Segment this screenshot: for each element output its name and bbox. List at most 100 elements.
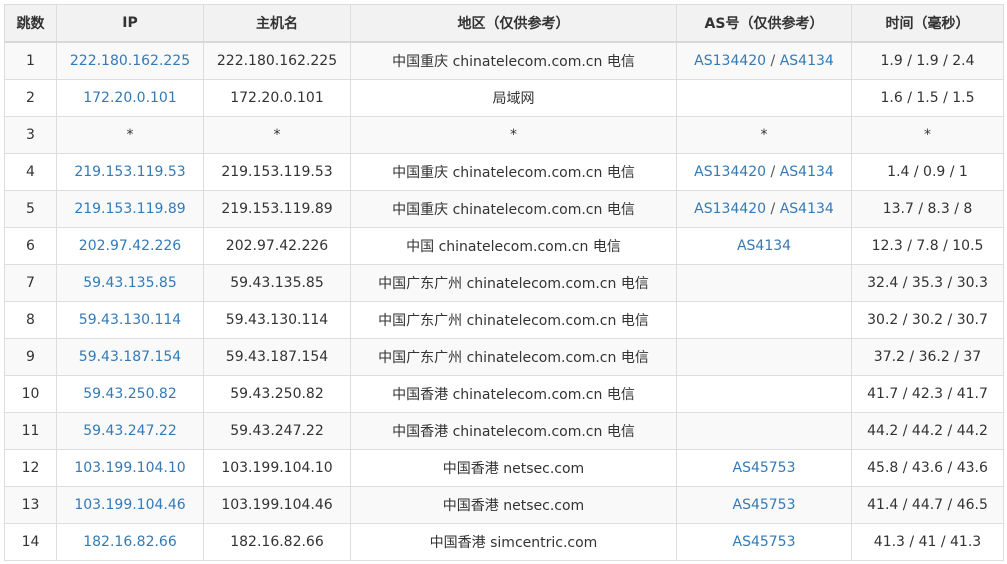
hop-cell: 14 — [4, 523, 57, 561]
hostname-cell: 59.43.247.22 — [203, 412, 351, 450]
ip-cell-link[interactable]: 172.20.0.101 — [83, 90, 177, 106]
table-row: 7 59.43.135.85 59.43.135.85 中国广东广州 chinatel… — [4, 264, 1004, 302]
as-link[interactable]: AS134420 — [694, 201, 766, 217]
hop-cell: 5 — [4, 190, 57, 228]
as-separator: / — [766, 164, 780, 180]
time-cell: 1.6 / 1.5 / 1.5 — [851, 79, 1004, 117]
as-link[interactable]: AS4134 — [780, 201, 834, 217]
ip-cell-link[interactable]: 182.16.82.66 — [83, 534, 177, 550]
traceroute-panel: 跳数 IP 主机名 地区（仅供参考） AS号（仅供参考） 时间（毫秒） 1 222… — [4, 4, 1004, 561]
table-header-row: 跳数 IP 主机名 地区（仅供参考） AS号（仅供参考） 时间（毫秒） — [4, 4, 1004, 43]
ip-cell-link[interactable]: 219.153.119.53 — [74, 164, 185, 180]
as-link[interactable]: AS45753 — [733, 497, 796, 513]
column-header-ip: IP — [56, 4, 204, 43]
as-link[interactable]: AS134420 — [694, 164, 766, 180]
table-row: 11 59.43.247.22 59.43.247.22 中国香港 chinatele… — [4, 412, 1004, 450]
ip-cell-link[interactable]: 222.180.162.225 — [70, 53, 190, 69]
time-cell: 13.7 / 8.3 / 8 — [851, 190, 1004, 228]
hostname-cell: 219.153.119.89 — [203, 190, 351, 228]
hop-cell: 11 — [4, 412, 57, 450]
hostname-cell: 59.43.130.114 — [203, 301, 351, 339]
time-cell: 32.4 / 35.3 / 30.3 — [851, 264, 1004, 302]
ip-cell: 59.43.250.82 — [56, 375, 204, 413]
region-cell: 中国广东广州 chinatelecom.com.cn 电信 — [350, 338, 677, 376]
time-cell: 30.2 / 30.2 / 30.7 — [851, 301, 1004, 339]
table-row: 10 59.43.250.82 59.43.250.82 中国香港 chinatele… — [4, 375, 1004, 413]
traceroute-table: 跳数 IP 主机名 地区（仅供参考） AS号（仅供参考） 时间（毫秒） 1 222… — [4, 4, 1004, 561]
ip-cell: 103.199.104.46 — [56, 486, 204, 524]
ip-cell-link[interactable]: 202.97.42.226 — [79, 238, 181, 254]
region-cell: 中国重庆 chinatelecom.com.cn 电信 — [350, 190, 677, 228]
as-cell: AS134420 / AS4134 — [676, 190, 852, 228]
ip-cell: 202.97.42.226 — [56, 227, 204, 265]
time-cell: * — [851, 116, 1004, 154]
as-link[interactable]: AS45753 — [733, 460, 796, 476]
hostname-cell: 172.20.0.101 — [203, 79, 351, 117]
as-cell: AS4134 — [676, 227, 852, 265]
table-row: 13 103.199.104.46 103.199.104.46 中国香港 netse… — [4, 486, 1004, 524]
table-row: 2 172.20.0.101 172.20.0.101 局域网 1.6 / 1.5 / … — [4, 79, 1004, 117]
ip-cell: 219.153.119.89 — [56, 190, 204, 228]
table-row: 14 182.16.82.66 182.16.82.66 中国香港 simcentri… — [4, 523, 1004, 561]
table-row: 6 202.97.42.226 202.97.42.226 中国 chinatelec… — [4, 227, 1004, 265]
as-link[interactable]: AS4134 — [780, 164, 834, 180]
region-cell: 中国香港 simcentric.com — [350, 523, 677, 561]
region-cell: 中国香港 chinatelecom.com.cn 电信 — [350, 412, 677, 450]
hostname-cell: * — [203, 116, 351, 154]
as-cell — [676, 301, 852, 339]
region-cell: * — [350, 116, 677, 154]
region-cell: 中国香港 netsec.com — [350, 449, 677, 487]
ip-cell: 59.43.187.154 — [56, 338, 204, 376]
as-cell: AS45753 — [676, 449, 852, 487]
hostname-cell: 59.43.187.154 — [203, 338, 351, 376]
ip-cell: 59.43.247.22 — [56, 412, 204, 450]
ip-cell-link[interactable]: 59.43.130.114 — [79, 312, 181, 328]
region-cell: 局域网 — [350, 79, 677, 117]
hop-cell: 7 — [4, 264, 57, 302]
ip-cell-link[interactable]: 103.199.104.10 — [74, 460, 185, 476]
ip-cell: 222.180.162.225 — [56, 41, 204, 80]
time-cell: 1.9 / 1.9 / 2.4 — [851, 41, 1004, 80]
as-cell — [676, 338, 852, 376]
region-cell: 中国香港 netsec.com — [350, 486, 677, 524]
ip-cell-link[interactable]: 219.153.119.89 — [74, 201, 185, 217]
column-header-hostname: 主机名 — [203, 4, 351, 43]
hostname-cell: 219.153.119.53 — [203, 153, 351, 191]
as-link[interactable]: AS45753 — [733, 534, 796, 550]
as-cell: AS134420 / AS4134 — [676, 153, 852, 191]
as-separator: / — [766, 201, 780, 217]
as-cell: * — [676, 116, 852, 154]
hostname-cell: 182.16.82.66 — [203, 523, 351, 561]
hop-cell: 6 — [4, 227, 57, 265]
table-body: 1 222.180.162.225 222.180.162.225 中国重庆 chin… — [4, 41, 1004, 561]
hop-cell: 4 — [4, 153, 57, 191]
table-row: 12 103.199.104.10 103.199.104.10 中国香港 netse… — [4, 449, 1004, 487]
as-cell — [676, 375, 852, 413]
table-row: 5 219.153.119.89 219.153.119.89 中国重庆 chinat… — [4, 190, 1004, 228]
ip-cell-link[interactable]: 59.43.187.154 — [79, 349, 181, 365]
ip-cell: 59.43.135.85 — [56, 264, 204, 302]
ip-cell-link[interactable]: 59.43.250.82 — [83, 386, 177, 402]
ip-cell-link[interactable]: 103.199.104.46 — [74, 497, 185, 513]
hostname-cell: 59.43.135.85 — [203, 264, 351, 302]
hop-cell: 13 — [4, 486, 57, 524]
ip-cell-link[interactable]: 59.43.135.85 — [83, 275, 177, 291]
as-link[interactable]: AS134420 — [694, 53, 766, 69]
hostname-cell: 222.180.162.225 — [203, 41, 351, 80]
hop-cell: 10 — [4, 375, 57, 413]
time-cell: 45.8 / 43.6 / 43.6 — [851, 449, 1004, 487]
column-header-as: AS号（仅供参考） — [676, 4, 852, 43]
as-link[interactable]: AS4134 — [780, 53, 834, 69]
table-row: 1 222.180.162.225 222.180.162.225 中国重庆 chin… — [4, 41, 1004, 80]
column-header-hop: 跳数 — [4, 4, 57, 43]
as-cell — [676, 264, 852, 302]
as-cell: AS45753 — [676, 523, 852, 561]
table-row: 3 * * * * * — [4, 116, 1004, 154]
time-cell: 41.4 / 44.7 / 46.5 — [851, 486, 1004, 524]
ip-cell-link[interactable]: 59.43.247.22 — [83, 423, 177, 439]
as-placeholder: * — [760, 127, 768, 143]
as-link[interactable]: AS4134 — [737, 238, 791, 254]
hop-cell: 3 — [4, 116, 57, 154]
region-cell: 中国广东广州 chinatelecom.com.cn 电信 — [350, 301, 677, 339]
region-cell: 中国重庆 chinatelecom.com.cn 电信 — [350, 153, 677, 191]
